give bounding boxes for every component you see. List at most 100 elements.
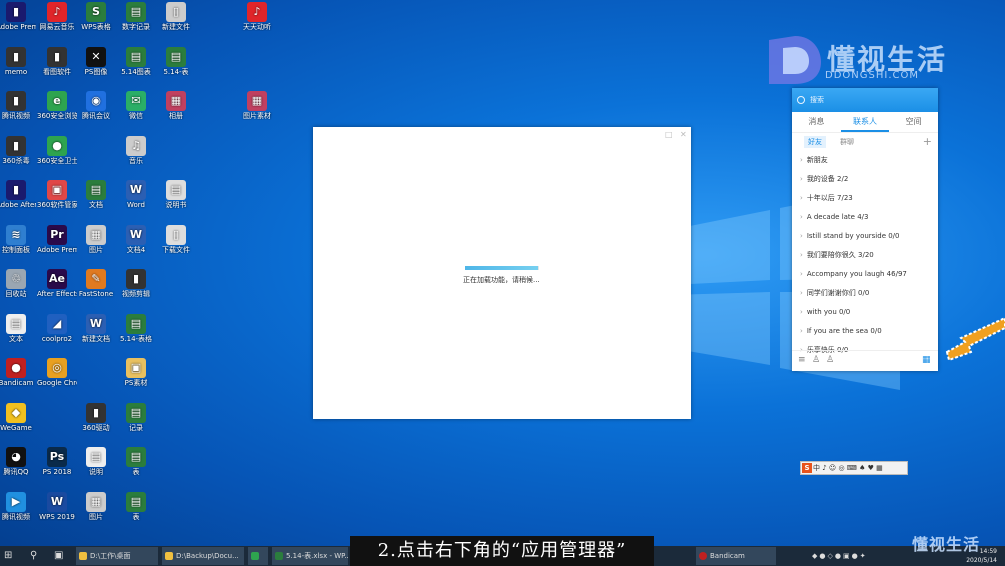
desktop-icon-label: WPS 2019	[39, 512, 75, 521]
desktop-icon[interactable]: ▤ 文档	[76, 180, 116, 209]
desktop-icon[interactable]: ✎ FastStone	[76, 269, 116, 298]
desktop-icon-label: 记录	[129, 423, 143, 432]
desktop-icon[interactable]: ▤ 数字记录	[116, 2, 156, 31]
desktop-icon[interactable]: ▯ 下载文件	[156, 224, 196, 254]
tab-messages[interactable]: 消息	[792, 112, 841, 132]
desktop-icon[interactable]: ▤ 文本	[0, 313, 36, 343]
desktop-icon[interactable]: ▤ 表	[116, 491, 156, 521]
desktop-icon[interactable]: Ps PS 2018	[37, 447, 77, 476]
desktop-icon[interactable]: e360安全浏览器	[37, 91, 77, 120]
desktop-icon[interactable]: ▯ 新建文件	[156, 2, 196, 31]
tab-space[interactable]: 空间	[889, 112, 938, 132]
desktop-icon[interactable]: W WPS 2019	[37, 491, 77, 521]
desktop-icon[interactable]: ▦ 相册	[156, 91, 196, 120]
desktop-icon[interactable]: ▮ 360驱动	[76, 402, 116, 432]
desktop-icon-label: PS 2018	[42, 468, 72, 476]
taskbar-item-folder-backup[interactable]: D:\Backup\Docu...	[162, 547, 244, 565]
friend-group-row[interactable]: › A decade late 4/3	[792, 208, 938, 227]
desktop-icon-label: 说明书	[165, 201, 187, 209]
add-icon[interactable]: +	[923, 135, 932, 148]
desktop-icon[interactable]: ▶ 腾讯视频	[0, 491, 36, 521]
desktop-icon[interactable]: ✕ PS图像	[76, 46, 116, 76]
taskbar-item-bandicam[interactable]: Bandicam	[696, 547, 776, 565]
friend-group-row[interactable]: › If you are the sea 0/0	[792, 322, 938, 341]
desktop-icon[interactable]: ◎Google Chrome	[37, 358, 77, 387]
desktop-icon[interactable]: W 文档4	[116, 224, 156, 254]
desktop-icon[interactable]: ▤ 5.14-表格	[116, 313, 156, 343]
contacts-icon[interactable]: ♙	[826, 355, 834, 365]
desktop-icon[interactable]: ▮ 看图软件	[37, 46, 77, 76]
desktop-icon-label: coolpro2	[41, 334, 73, 343]
friend-group-row[interactable]: › with you 0/0	[792, 303, 938, 322]
desktop-icon[interactable]: PrAdobe Premiere Pro	[37, 224, 77, 254]
desktop-icon[interactable]: ◢ coolpro2	[37, 313, 77, 343]
friend-group-row[interactable]: › 新朋友	[792, 151, 938, 170]
desktop-icon[interactable]: ♲ 回收站	[0, 269, 36, 298]
add-friend-icon[interactable]: ♙	[812, 355, 820, 365]
friend-group-row[interactable]: › Accompany you laugh 46/97	[792, 265, 938, 284]
desktop-icon[interactable]: W Word	[116, 180, 156, 209]
desktop-icon[interactable]: ▤ 记录	[116, 402, 156, 432]
close-icon[interactable]: ✕	[680, 130, 687, 139]
desktop-icon[interactable]: ♫ 音乐	[116, 135, 156, 165]
desktop-icon[interactable]: ▤ 5.14图表	[116, 46, 156, 76]
app-icon: ✎	[86, 269, 106, 289]
app-icon: ▯	[166, 224, 186, 245]
search-icon[interactable]: ⚲	[30, 546, 37, 566]
friend-group-row[interactable]: › 十年以后 7/23	[792, 189, 938, 208]
desktop-icon-label: 回收站	[5, 290, 27, 298]
desktop-icon[interactable]: ♪ 网易云音乐	[37, 2, 77, 31]
desktop-icon[interactable]: ● 360安全卫士	[37, 135, 77, 165]
desktop-icon[interactable]: ▦ 图片	[76, 224, 116, 254]
start-button[interactable]: ⊞	[4, 546, 12, 566]
desktop-icon[interactable]: ● Bandicam	[0, 358, 36, 387]
desktop-icon[interactable]: ▮ 视频剪辑	[116, 269, 156, 298]
app-manager-icon[interactable]: ▦	[922, 355, 931, 365]
task-label: D:\Backup\Docu...	[176, 552, 239, 560]
friend-group-row[interactable]: › 同学们谢谢你们 0/0	[792, 284, 938, 303]
desktop-icon[interactable]: ▦ 图片素材	[237, 91, 277, 120]
desktop-icon[interactable]: ▣ 360软件管家	[37, 180, 77, 209]
desktop-icon[interactable]: ▮Adobe After Effects	[0, 180, 36, 209]
taskbar-item-browser[interactable]	[248, 547, 268, 565]
app-icon: ▮	[47, 46, 67, 67]
taskbar-item-wps[interactable]: 5.14-表.xlsx - WP...	[272, 547, 348, 565]
desktop-icon[interactable]: ▤ 5.14-表	[156, 46, 196, 76]
desktop-icon[interactable]: ◆ WeGame	[0, 402, 36, 432]
desktop-icon[interactable]: ▤ 表	[116, 447, 156, 476]
desktop-icon[interactable]: ▤ 说明	[76, 447, 116, 476]
friend-group-row[interactable]: › 我的设备 2/2	[792, 170, 938, 189]
desktop-icon[interactable]: ▮ 腾讯视频	[0, 91, 36, 120]
menu-icon[interactable]: ≡	[798, 355, 806, 365]
desktop-icon[interactable]: ✉ 微信	[116, 91, 156, 120]
desktop-icon[interactable]: ◕ 腾讯QQ	[0, 447, 36, 476]
loading-window: □ ✕ 正在加载功能，请稍候...	[313, 127, 691, 419]
minimize-icon[interactable]: □	[665, 130, 673, 139]
desktop-icon[interactable]: Ae After Effects	[37, 269, 77, 298]
task-view-icon[interactable]: ▣	[54, 546, 63, 566]
desktop-icon[interactable]: ▮ 360杀毒	[0, 135, 36, 165]
app-icon: Ae	[47, 269, 67, 289]
desktop-icon[interactable]: ▮ memo	[0, 46, 36, 76]
progress-fill	[465, 266, 538, 270]
ime-toolbar[interactable]: S中 ♪ ☺ ◎ ⌨ ♠ ♥ ▦	[800, 461, 908, 475]
desktop-icon[interactable]: ▮Adobe Premiere	[0, 2, 36, 31]
friend-group-row[interactable]: › 我们要陪你很久 3/20	[792, 246, 938, 265]
app-icon: ♲	[6, 269, 26, 289]
friend-group-row[interactable]: › Istill stand by yourside 0/0	[792, 227, 938, 246]
taskbar-item-folder[interactable]: D:\工作\桌面	[76, 547, 158, 565]
desktop-icon[interactable]: ◉ 腾讯会议	[76, 91, 116, 120]
desktop-icon[interactable]: ▦ 图片	[76, 491, 116, 521]
desktop-icon[interactable]: ▤ 说明书	[156, 180, 196, 209]
qq-search-input[interactable]: 搜索	[792, 88, 938, 112]
tab-contacts[interactable]: 联系人	[840, 112, 890, 132]
desktop-icon[interactable]: ▣ PS素材	[116, 358, 156, 387]
desktop-icon[interactable]: S WPS表格	[76, 2, 116, 31]
subtab-friends[interactable]: 好友	[804, 136, 826, 148]
chevron-right-icon: ›	[800, 213, 803, 221]
subtab-groups[interactable]: 群聊	[840, 137, 854, 147]
desktop-icon[interactable]: W 新建文档	[76, 313, 116, 343]
desktop-icon[interactable]: ≋ 控制面板	[0, 224, 36, 254]
desktop-icon[interactable]: ♪ 天天动听	[237, 2, 277, 31]
tray-icons[interactable]: ◆●◇●▣●✦	[812, 546, 868, 566]
